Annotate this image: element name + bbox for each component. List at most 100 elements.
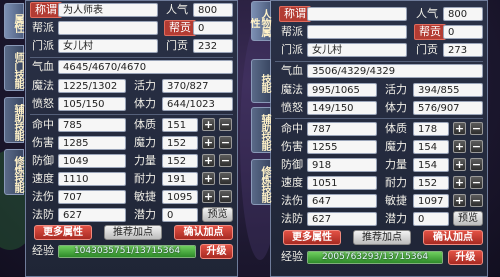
- speed-label: 速度: [281, 176, 303, 189]
- rage-label: 愤怒: [32, 97, 54, 110]
- recommend-points-button[interactable]: 推荐加点: [353, 230, 411, 245]
- spell-defense-label: 法防: [281, 212, 303, 225]
- tab-skills[interactable]: 技能: [251, 59, 271, 103]
- constitution-minus-button[interactable]: −: [219, 118, 232, 131]
- recommend-points-button[interactable]: 推荐加点: [104, 225, 162, 240]
- more-attributes-button[interactable]: 更多属性: [34, 225, 92, 240]
- preview-button[interactable]: 预览: [202, 207, 233, 222]
- gang-value: [307, 25, 407, 39]
- tab-assist-skills[interactable]: 辅助技能: [4, 97, 24, 143]
- constitution-value: 151: [162, 118, 198, 132]
- strength-minus-button[interactable]: −: [219, 154, 232, 167]
- strength-value: 152: [162, 154, 198, 168]
- potential-value: 0: [162, 208, 198, 222]
- strength-label: 力量: [134, 154, 156, 167]
- confirm-points-button[interactable]: 确认加点: [423, 230, 483, 245]
- popularity-label: 人气: [166, 3, 188, 16]
- school-contribution-value: 273: [443, 43, 483, 57]
- divider: [275, 61, 483, 62]
- spell-defense-value: 627: [307, 212, 377, 226]
- agility-value: 1095: [162, 190, 198, 204]
- damage-label: 伤害: [281, 140, 303, 153]
- defense-value: 1049: [58, 154, 126, 168]
- school-label: 门派: [32, 39, 54, 52]
- speed-value: 1110: [58, 172, 126, 186]
- agility-minus-button[interactable]: −: [219, 190, 232, 203]
- magic-power-plus-button[interactable]: +: [453, 140, 466, 153]
- gang-label: 帮派: [281, 25, 303, 38]
- contribution-label[interactable]: 帮贡: [414, 24, 446, 40]
- tab-cultivation-skills[interactable]: 修炼技能: [251, 159, 271, 205]
- magic-power-minus-button[interactable]: −: [470, 140, 483, 153]
- agility-minus-button[interactable]: −: [470, 194, 483, 207]
- constitution-minus-button[interactable]: −: [470, 122, 483, 135]
- magic-power-label: 魔力: [385, 140, 407, 153]
- agility-plus-button[interactable]: +: [453, 194, 466, 207]
- school-value: 女儿村: [58, 39, 158, 53]
- experience-bar: 2005763293/13715364: [307, 251, 443, 264]
- speed-label: 速度: [32, 172, 54, 185]
- rage-value: 105/150: [58, 97, 126, 111]
- preview-button[interactable]: 预览: [453, 211, 483, 226]
- defense-value: 918: [307, 158, 377, 172]
- title-value: [307, 7, 407, 21]
- spell-defense-label: 法防: [32, 208, 54, 221]
- more-attributes-button[interactable]: 更多属性: [283, 230, 341, 245]
- experience-value: 2005763293/13715364: [321, 252, 429, 262]
- contribution-value: 0: [443, 25, 483, 39]
- endurance-minus-button[interactable]: −: [470, 176, 483, 189]
- mp-value: 995/1065: [307, 83, 377, 97]
- defense-label: 防御: [281, 158, 303, 171]
- tab-school-skills[interactable]: 师门技能: [4, 45, 24, 91]
- constitution-label: 体质: [134, 118, 156, 131]
- endurance-plus-button[interactable]: +: [202, 172, 215, 185]
- school-contribution-value: 232: [193, 39, 233, 53]
- school-contribution-label: 门贡: [166, 39, 188, 52]
- contribution-label[interactable]: 帮贡: [164, 20, 196, 36]
- speed-value: 1051: [307, 176, 377, 190]
- stamina-value: 576/907: [413, 101, 483, 115]
- strength-plus-button[interactable]: +: [202, 154, 215, 167]
- potential-value: 0: [413, 212, 449, 226]
- divider: [30, 57, 233, 58]
- strength-value: 154: [413, 158, 449, 172]
- strength-plus-button[interactable]: +: [453, 158, 466, 171]
- upgrade-button[interactable]: 升级: [448, 250, 483, 265]
- school-contribution-label: 门贡: [416, 43, 438, 56]
- spell-defense-value: 627: [58, 208, 126, 222]
- divider: [30, 114, 233, 115]
- damage-value: 1285: [58, 136, 126, 150]
- gang-value: [58, 21, 158, 35]
- constitution-value: 178: [413, 122, 449, 136]
- vitality-value: 370/827: [162, 79, 233, 93]
- mp-label: 魔法: [281, 83, 303, 96]
- magic-power-minus-button[interactable]: −: [219, 136, 232, 149]
- spell-damage-label: 法伤: [32, 190, 54, 203]
- magic-power-plus-button[interactable]: +: [202, 136, 215, 149]
- agility-plus-button[interactable]: +: [202, 190, 215, 203]
- gang-label: 帮派: [32, 21, 54, 34]
- defense-label: 防御: [32, 154, 54, 167]
- potential-label: 潜力: [134, 208, 156, 221]
- upgrade-button[interactable]: 升级: [200, 244, 233, 259]
- spell-damage-label: 法伤: [281, 194, 303, 207]
- popularity-label: 人气: [416, 7, 438, 20]
- confirm-points-button[interactable]: 确认加点: [174, 225, 233, 240]
- hit-value: 785: [58, 118, 126, 132]
- constitution-plus-button[interactable]: +: [202, 118, 215, 131]
- tab-character-attributes[interactable]: 人物属性: [248, 1, 271, 41]
- character-panel-left: 属性 师门技能 辅助技能 修炼技能 称谓 为人师表 人气 800 帮派 帮贡 0…: [4, 0, 238, 277]
- mp-label: 魔法: [32, 79, 54, 92]
- contribution-value: 0: [193, 21, 233, 35]
- constitution-label: 体质: [385, 122, 407, 135]
- hit-label: 命中: [281, 122, 303, 135]
- endurance-plus-button[interactable]: +: [453, 176, 466, 189]
- constitution-plus-button[interactable]: +: [453, 122, 466, 135]
- school-value: 女儿村: [307, 43, 407, 57]
- rage-label: 愤怒: [281, 101, 303, 114]
- strength-minus-button[interactable]: −: [470, 158, 483, 171]
- endurance-minus-button[interactable]: −: [219, 172, 232, 185]
- tab-attributes[interactable]: 属性: [4, 3, 24, 39]
- tab-assist-skills[interactable]: 辅助技能: [251, 107, 271, 153]
- tab-cultivation-skills[interactable]: 修炼技能: [4, 149, 24, 195]
